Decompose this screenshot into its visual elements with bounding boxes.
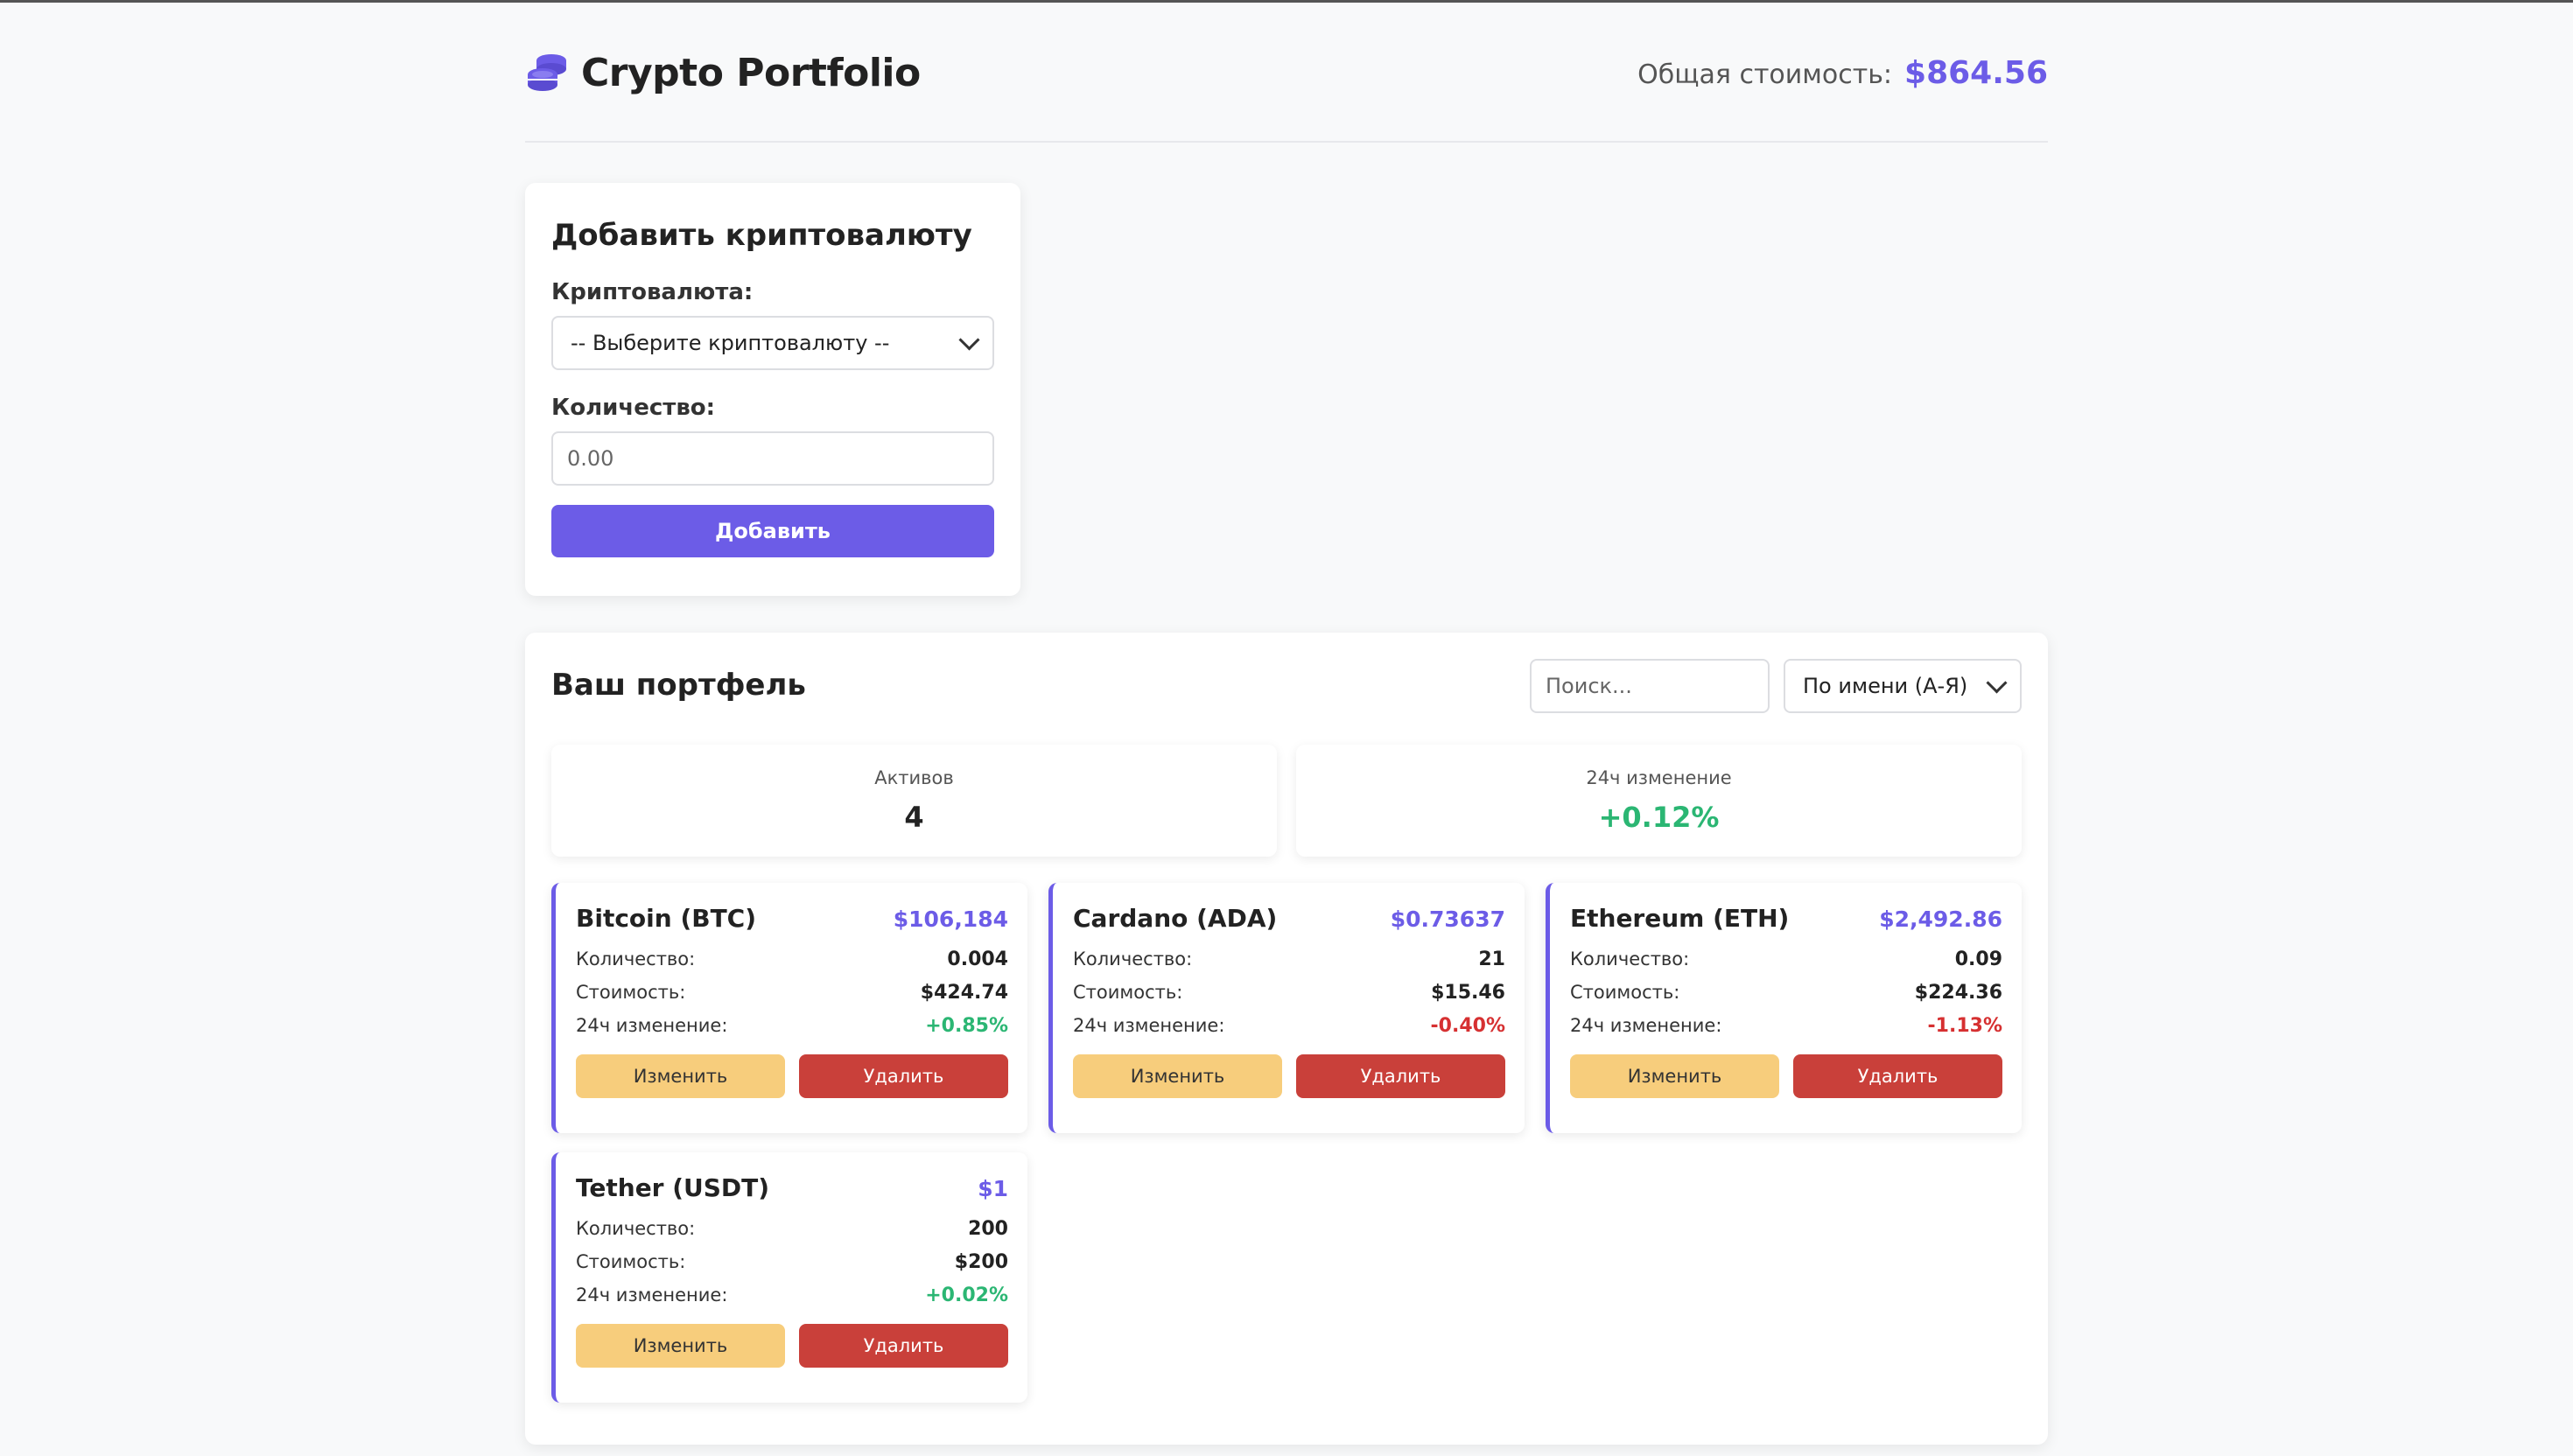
coin-change-value: -1.13% — [1927, 1015, 2002, 1037]
coin-actions: Изменить Удалить — [1073, 1054, 1505, 1098]
coin-change-row: 24ч изменение: -0.40% — [1073, 1015, 1505, 1037]
coin-value-value: $200 — [954, 1251, 1008, 1273]
coin-header: Tether (USDT) $1 — [576, 1173, 1008, 1202]
coin-card: Ethereum (ETH) $2,492.86 Количество: 0.0… — [1546, 883, 2022, 1133]
chevron-down-icon — [958, 328, 980, 351]
currency-select-value: -- Выберите криптовалюту -- — [571, 331, 890, 355]
coin-name: Ethereum (ETH) — [1570, 904, 1790, 933]
coin-quantity-row: Количество: 0.09 — [1570, 948, 2002, 970]
portfolio-card: Ваш портфель По имени (А-Я) Активов 4 24… — [525, 633, 2048, 1445]
coin-quantity-value: 0.09 — [1954, 948, 2002, 970]
coin-quantity-label: Количество: — [576, 948, 696, 970]
coin-value-label: Стоимость: — [576, 1251, 686, 1272]
stat-change-value: +0.12% — [1598, 801, 1720, 834]
quantity-label: Количество: — [551, 395, 716, 421]
add-button[interactable]: Добавить — [551, 505, 994, 557]
coin-quantity-label: Количество: — [1073, 948, 1193, 970]
coin-quantity-label: Количество: — [576, 1218, 696, 1239]
coin-value-row: Стоимость: $224.36 — [1570, 982, 2002, 1004]
coin-change-row: 24ч изменение: +0.02% — [576, 1284, 1008, 1306]
stat-change-label: 24ч изменение — [1586, 767, 1732, 788]
coin-name: Tether (USDT) — [576, 1173, 770, 1202]
coin-value-label: Стоимость: — [576, 982, 686, 1003]
coin-quantity-row: Количество: 21 — [1073, 948, 1505, 970]
coin-grid: Bitcoin (BTC) $106,184 Количество: 0.004… — [551, 883, 2022, 1403]
stat-assets: Активов 4 — [551, 745, 1277, 857]
stat-assets-label: Активов — [874, 767, 954, 788]
coin-change-row: 24ч изменение: +0.85% — [576, 1015, 1008, 1037]
total-value-block: Общая стоимость: $864.56 — [1637, 55, 2048, 91]
coin-header: Cardano (ADA) $0.73637 — [1073, 904, 1505, 933]
coin-actions: Изменить Удалить — [576, 1324, 1008, 1368]
coin-value-label: Стоимость: — [1570, 982, 1680, 1003]
quantity-input[interactable] — [551, 431, 994, 486]
add-crypto-title: Добавить криптовалюту — [551, 218, 972, 253]
coin-actions: Изменить Удалить — [1570, 1054, 2002, 1098]
coin-change-row: 24ч изменение: -1.13% — [1570, 1015, 2002, 1037]
coin-name: Bitcoin (BTC) — [576, 904, 757, 933]
coin-price: $106,184 — [893, 906, 1008, 932]
delete-button[interactable]: Удалить — [1793, 1054, 2002, 1098]
currency-select[interactable]: -- Выберите криптовалюту -- — [551, 316, 994, 370]
coin-value-value: $424.74 — [920, 982, 1008, 1004]
coin-change-label: 24ч изменение: — [576, 1015, 728, 1036]
search-input[interactable] — [1530, 659, 1770, 713]
coin-price: $0.73637 — [1390, 906, 1505, 932]
app-container: Crypto Portfolio Общая стоимость: $864.5… — [525, 3, 2048, 1445]
edit-button[interactable]: Изменить — [576, 1054, 785, 1098]
coin-card: Tether (USDT) $1 Количество: 200 Стоимос… — [551, 1152, 1027, 1403]
chevron-down-icon — [1986, 671, 2008, 694]
coin-price: $2,492.86 — [1879, 906, 2002, 932]
coin-quantity-row: Количество: 0.004 — [576, 948, 1008, 970]
coin-quantity-value: 0.004 — [947, 948, 1008, 970]
coin-change-value: +0.02% — [925, 1284, 1008, 1306]
brand: Crypto Portfolio — [525, 51, 921, 95]
coin-card: Bitcoin (BTC) $106,184 Количество: 0.004… — [551, 883, 1027, 1133]
edit-button[interactable]: Изменить — [1073, 1054, 1282, 1098]
currency-label: Криптовалюта: — [551, 279, 754, 305]
coin-name: Cardano (ADA) — [1073, 904, 1278, 933]
delete-button[interactable]: Удалить — [799, 1054, 1008, 1098]
coin-header: Bitcoin (BTC) $106,184 — [576, 904, 1008, 933]
edit-button[interactable]: Изменить — [1570, 1054, 1779, 1098]
coin-quantity-label: Количество: — [1570, 948, 1690, 970]
coin-card: Cardano (ADA) $0.73637 Количество: 21 Ст… — [1048, 883, 1525, 1133]
edit-button[interactable]: Изменить — [576, 1324, 785, 1368]
portfolio-title: Ваш портфель — [551, 668, 806, 703]
coin-change-label: 24ч изменение: — [1073, 1015, 1225, 1036]
add-crypto-card: Добавить криптовалюту Криптовалюта: -- В… — [525, 183, 1020, 596]
delete-button[interactable]: Удалить — [799, 1324, 1008, 1368]
coins-icon — [525, 52, 569, 94]
coin-value-row: Стоимость: $15.46 — [1073, 982, 1505, 1004]
sort-select-value: По имени (А-Я) — [1803, 674, 1968, 698]
stat-assets-value: 4 — [904, 801, 924, 834]
coin-change-label: 24ч изменение: — [576, 1284, 728, 1306]
coin-value-value: $15.46 — [1431, 982, 1505, 1004]
coin-quantity-row: Количество: 200 — [576, 1218, 1008, 1240]
coin-change-value: +0.85% — [925, 1015, 1008, 1037]
coin-value-row: Стоимость: $200 — [576, 1251, 1008, 1273]
coin-change-value: -0.40% — [1430, 1015, 1505, 1037]
coin-quantity-value: 21 — [1478, 948, 1505, 970]
coin-actions: Изменить Удалить — [576, 1054, 1008, 1098]
app-title: Crypto Portfolio — [581, 50, 921, 95]
coin-change-label: 24ч изменение: — [1570, 1015, 1722, 1036]
app-header: Crypto Portfolio Общая стоимость: $864.5… — [525, 3, 2048, 143]
total-value-label: Общая стоимость: — [1637, 59, 1893, 90]
coin-value-value: $224.36 — [1914, 982, 2002, 1004]
coin-value-label: Стоимость: — [1073, 982, 1183, 1003]
portfolio-header: Ваш портфель По имени (А-Я) — [551, 659, 2022, 713]
sort-select[interactable]: По имени (А-Я) — [1784, 659, 2022, 713]
delete-button[interactable]: Удалить — [1296, 1054, 1505, 1098]
portfolio-controls: По имени (А-Я) — [1530, 659, 2022, 713]
coin-header: Ethereum (ETH) $2,492.86 — [1570, 904, 2002, 933]
portfolio-stats: Активов 4 24ч изменение +0.12% — [551, 745, 2022, 857]
coin-quantity-value: 200 — [968, 1218, 1008, 1240]
coin-value-row: Стоимость: $424.74 — [576, 982, 1008, 1004]
stat-change: 24ч изменение +0.12% — [1296, 745, 2022, 857]
total-value-amount: $864.56 — [1904, 54, 2048, 91]
coin-price: $1 — [978, 1176, 1008, 1201]
